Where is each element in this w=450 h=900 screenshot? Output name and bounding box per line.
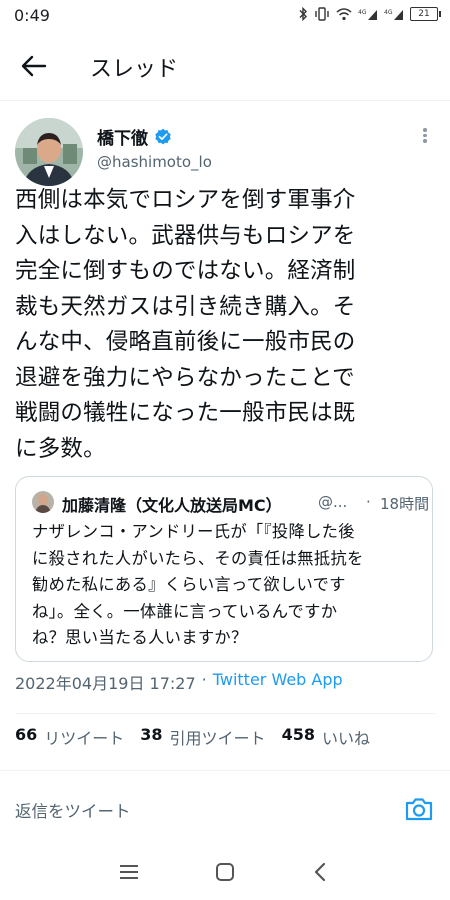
svg-text:4G: 4G: [384, 9, 393, 16]
quote-author-avatar: [32, 491, 54, 513]
tweet-meta: 2022年04月19日 17:27 · Twitter Web App: [15, 670, 343, 694]
author-name[interactable]: 橋下徹: [97, 124, 172, 149]
retweets-label: リツイート: [44, 729, 125, 748]
camera-icon: [405, 798, 433, 821]
quotes-stat[interactable]: 38 引用ツイート: [140, 725, 265, 749]
tweet-text: 西側は本気でロシアを倒す軍事介 入はしない。武器供与もロシアを 完全に倒すもので…: [15, 187, 356, 462]
vibrate-icon: [315, 7, 329, 21]
tweet-timestamp[interactable]: 2022年04月19日 17:27: [15, 670, 196, 694]
retweets-count: 66: [15, 725, 38, 744]
quotes-count: 38: [140, 725, 163, 744]
author-handle[interactable]: @hashimoto_lo: [97, 153, 212, 171]
reply-bar: 返信をツイート: [0, 772, 450, 838]
divider: [0, 770, 450, 771]
quoted-tweet-card[interactable]: 加藤清隆（文化人放送局MC） @... · 18時間 ナザレンコ・アンドリー氏が…: [15, 476, 433, 662]
stats-row: 66 リツイート 38 引用ツイート 458 いいね: [15, 725, 386, 749]
divider: [0, 100, 450, 101]
likes-stat[interactable]: 458 いいね: [282, 725, 370, 749]
arrow-left-icon: [21, 55, 47, 77]
page-title: スレッド: [90, 57, 179, 82]
bluetooth-icon: [299, 7, 307, 21]
quote-separator: ·: [366, 493, 371, 511]
quote-text: ナザレンコ・アンドリー氏が「『投降した後 に殺された人がいたら、その責任は無抵抗…: [32, 522, 364, 647]
recent-apps-button[interactable]: [115, 860, 143, 884]
system-back-button[interactable]: [306, 860, 334, 884]
quotes-label: 引用ツイート: [169, 729, 266, 748]
status-time: 0:49: [14, 6, 50, 25]
author-avatar[interactable]: [15, 118, 83, 186]
system-nav-bar: [0, 842, 450, 900]
home-button[interactable]: [211, 860, 239, 884]
back-button[interactable]: [14, 48, 54, 84]
signal-4g-icon-2: 4G: [384, 9, 403, 20]
more-options-icon[interactable]: [418, 126, 432, 146]
home-square-icon: [216, 863, 234, 881]
verified-badge-icon: [155, 128, 171, 144]
quote-author-name: 加藤清隆（文化人放送局MC）: [62, 496, 282, 515]
status-icons: 4G 4G 21: [298, 7, 441, 21]
battery-icon: 21: [410, 7, 441, 21]
menu-lines-icon: [120, 865, 138, 879]
divider: [15, 713, 435, 714]
author-name-text: 橋下徹: [97, 129, 148, 149]
reply-input[interactable]: 返信をツイート: [15, 798, 375, 822]
avatar-photo: [15, 118, 83, 186]
meta-separator: ·: [201, 670, 207, 689]
quote-time: 18時間: [380, 495, 430, 513]
tweet-source-link[interactable]: Twitter Web App: [213, 670, 343, 694]
chevron-left-icon: [314, 862, 326, 882]
svg-text:4G: 4G: [358, 9, 367, 16]
app-bar: スレッド: [0, 34, 450, 98]
likes-label: いいね: [321, 729, 370, 748]
wifi-icon: [336, 7, 352, 20]
quote-author-handle: @...: [318, 493, 348, 511]
camera-button[interactable]: [404, 796, 434, 822]
status-bar: 0:49 4G 4G 21: [0, 0, 450, 34]
retweets-stat[interactable]: 66 リツイート: [15, 725, 124, 749]
signal-4g-icon: 4G: [358, 9, 377, 20]
likes-count: 458: [281, 725, 315, 744]
